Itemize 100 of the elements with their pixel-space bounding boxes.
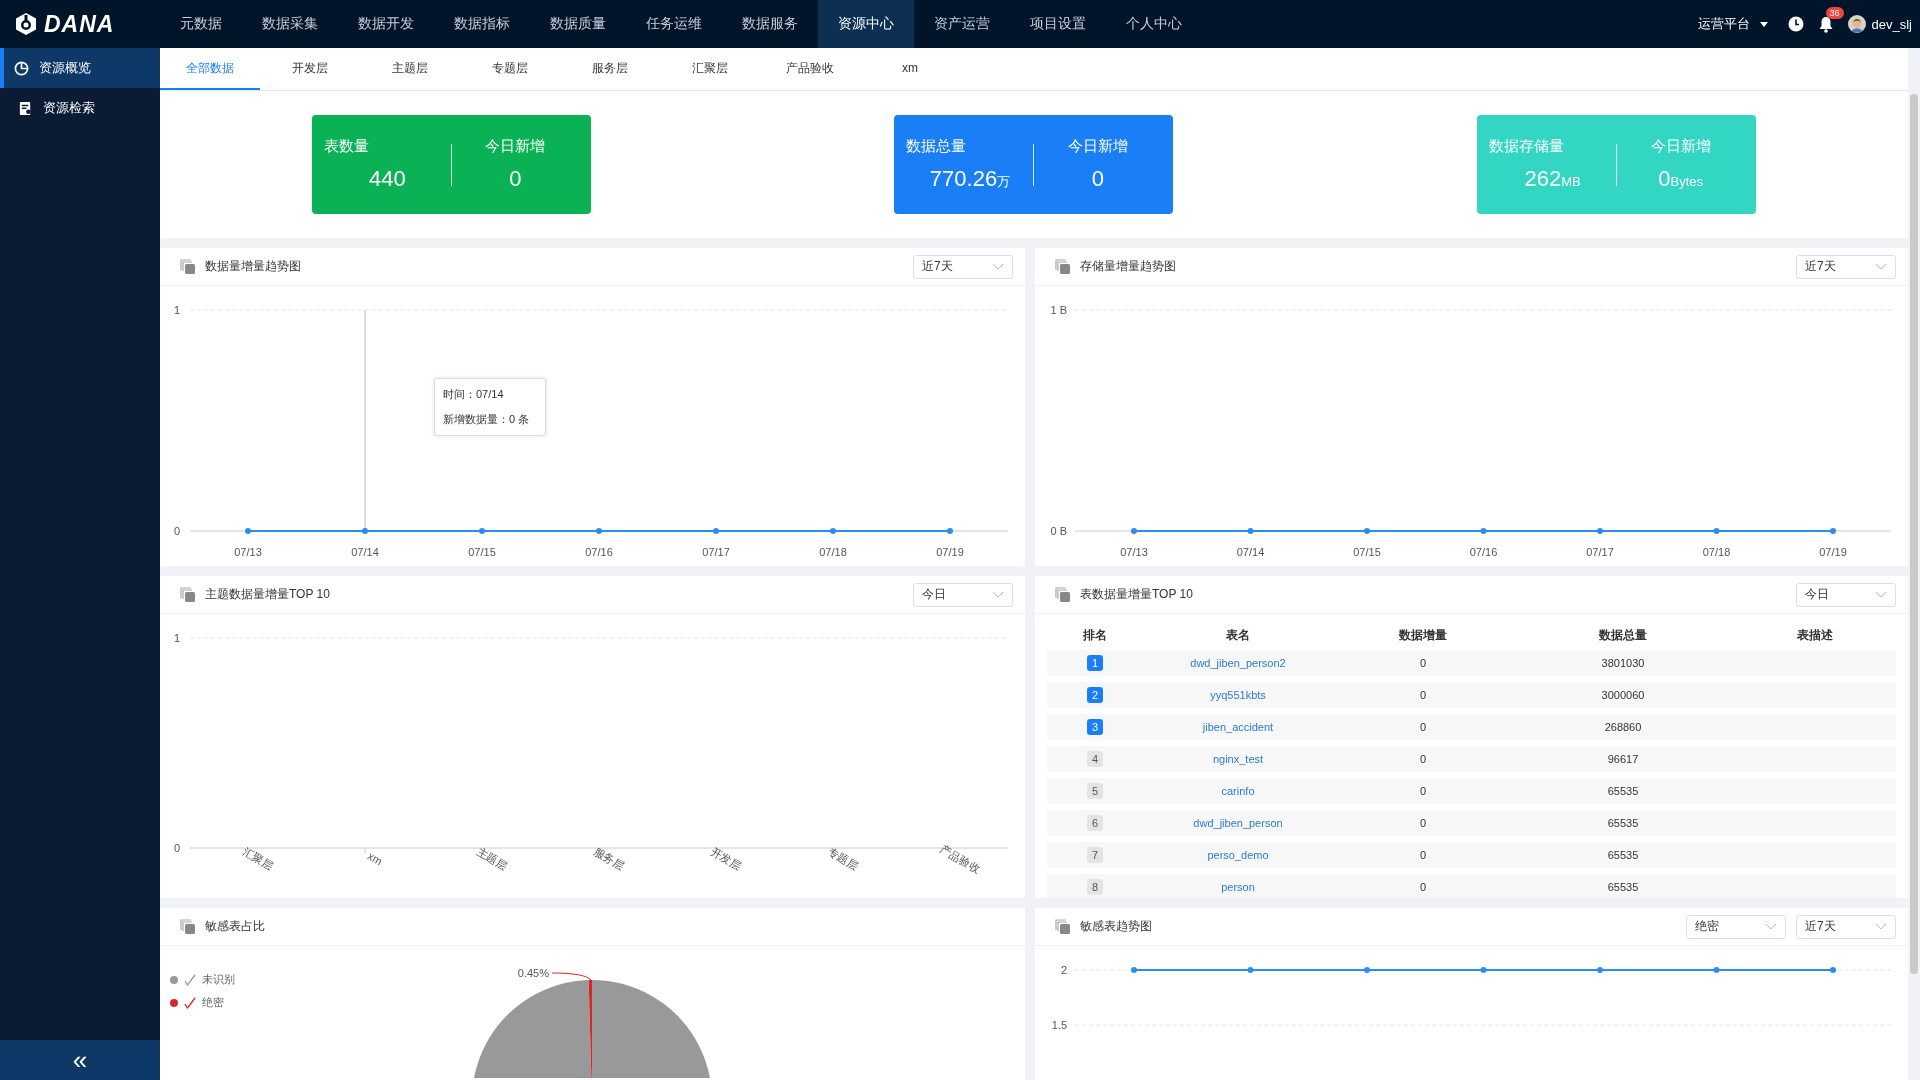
axis-label: 07/18 (819, 546, 847, 558)
range-select[interactable]: 今日 (913, 582, 1013, 607)
panel-title: 存储量增量趋势图 (1080, 258, 1176, 275)
rank-badge: 4 (1087, 751, 1103, 767)
pie-chart-icon (14, 60, 29, 76)
clock-icon[interactable] (1787, 16, 1804, 32)
nav-item[interactable]: 任务运维 (626, 0, 722, 48)
axis-label: 1 (173, 632, 180, 644)
panel-title: 敏感表占比 (205, 918, 265, 935)
column-header: 数据增量 (1399, 626, 1447, 644)
tab[interactable]: 汇聚层 (660, 48, 760, 90)
table-name-link[interactable]: dwd_jiben_person2 (1190, 657, 1286, 669)
platform-dropdown[interactable]: 运营平台 (1697, 15, 1768, 33)
nav-item[interactable]: 项目设置 (1010, 0, 1106, 48)
data-point (713, 528, 719, 534)
column-header: 排名 (1083, 626, 1107, 644)
table-name-link[interactable]: carinfo (1221, 785, 1255, 797)
data-point (1131, 528, 1137, 534)
column-header: 数据总量 (1599, 626, 1647, 644)
axis-label: xm (365, 849, 385, 868)
rank-badge: 2 (1087, 687, 1103, 703)
table-cell: 0 (1419, 817, 1427, 829)
leader-line (551, 972, 592, 981)
range-select[interactable]: 今日 (1796, 582, 1896, 607)
axis-label: 主题层 (474, 845, 510, 872)
table-cell: 65535 (1607, 785, 1639, 797)
table-name-link[interactable]: yyq551kbts (1210, 689, 1266, 701)
axis-label: 产品验收 (937, 842, 983, 875)
chevron-down-icon (992, 263, 1004, 270)
axis-label: 开发层 (708, 845, 744, 872)
data-point (245, 528, 251, 534)
nav-item[interactable]: 数据指标 (434, 0, 530, 48)
table-cell: 96617 (1607, 753, 1639, 765)
rank-badge: 6 (1087, 815, 1103, 831)
notification-badge: 36 (1825, 6, 1844, 19)
stat-title: 今日新增 (484, 137, 547, 156)
table-name-link[interactable]: nginx_test (1212, 753, 1264, 765)
axis-label: 07/14 (351, 546, 379, 558)
stat-title: 表数量 (323, 137, 370, 156)
stat-title: 今日新增 (1649, 137, 1712, 156)
nav-item[interactable]: 个人中心 (1106, 0, 1202, 48)
tab[interactable]: 开发层 (260, 48, 360, 90)
axis-label: 07/16 (585, 546, 613, 558)
collapse-button[interactable]: « (0, 1040, 160, 1080)
axis-label: 专题层 (825, 845, 861, 872)
data-point (1247, 967, 1254, 973)
sidebar-item[interactable]: 资源检索 (0, 88, 160, 128)
nav-item[interactable]: 数据服务 (722, 0, 818, 48)
nav-item[interactable]: 资源中心 (818, 0, 914, 48)
scrollbar[interactable] (1910, 94, 1918, 974)
data-point (1247, 528, 1254, 534)
axis-label: 07/17 (1586, 546, 1614, 558)
layers-icon (180, 919, 195, 934)
table-cell: 65535 (1607, 849, 1639, 861)
table-cell: 0 (1419, 849, 1427, 861)
legend-label: 未识别 (202, 972, 235, 987)
axis-label: 07/18 (1702, 546, 1731, 558)
nav-item[interactable]: 数据质量 (530, 0, 626, 48)
table-cell: 0 (1419, 785, 1427, 797)
tab[interactable]: 产品验收 (760, 48, 860, 90)
tab[interactable]: 服务层 (560, 48, 660, 90)
data-point (479, 528, 485, 534)
panel-title: 表数据量增量TOP 10 (1080, 586, 1193, 603)
stat-value: 0Bytes (1657, 166, 1705, 192)
sidebar-item[interactable]: 资源概览 (0, 48, 160, 88)
nav-item[interactable]: 资产运营 (914, 0, 1010, 48)
range-select[interactable]: 近7天 (1796, 914, 1896, 939)
stat-title: 今日新增 (1067, 137, 1129, 156)
range-select[interactable]: 近7天 (1796, 254, 1896, 279)
tab[interactable]: xm (860, 48, 960, 90)
stat-value: 0 (1090, 166, 1106, 192)
nav-item[interactable]: 数据开发 (338, 0, 434, 48)
layers-icon (1055, 919, 1070, 934)
tooltip-text: 时间：07/14 (443, 387, 505, 402)
data-point (1713, 528, 1720, 534)
table-name-link[interactable]: jiben_accident (1202, 721, 1274, 733)
data-point (1597, 967, 1603, 973)
table-cell: 65535 (1607, 881, 1639, 893)
axis-label: 0 B (1050, 525, 1067, 537)
tab[interactable]: 专题层 (460, 48, 560, 90)
tooltip-text: 新增数据量：0 条 (443, 412, 531, 427)
tab[interactable]: 主题层 (360, 48, 460, 90)
axis-label: 07/17 (702, 546, 730, 558)
table-name-link[interactable]: person (1221, 881, 1255, 893)
data-point (1364, 528, 1370, 534)
layers-icon (180, 259, 195, 274)
brand-name: DANA (44, 10, 115, 38)
rank-badge: 3 (1087, 719, 1103, 735)
legend-label: 绝密 (202, 995, 224, 1010)
table-cell: 0 (1419, 881, 1427, 893)
range-select[interactable]: 近7天 (913, 254, 1013, 279)
level-select[interactable]: 绝密 (1686, 914, 1786, 939)
table-name-link[interactable]: dwd_jiben_person (1193, 817, 1283, 829)
table-cell: 0 (1419, 689, 1427, 701)
nav-item[interactable]: 元数据 (160, 0, 242, 48)
table-cell: 65535 (1607, 817, 1639, 829)
nav-item[interactable]: 数据采集 (242, 0, 338, 48)
table-name-link[interactable]: perso_demo (1207, 849, 1269, 861)
data-point (1364, 967, 1370, 973)
bell-icon[interactable] (1817, 15, 1834, 33)
